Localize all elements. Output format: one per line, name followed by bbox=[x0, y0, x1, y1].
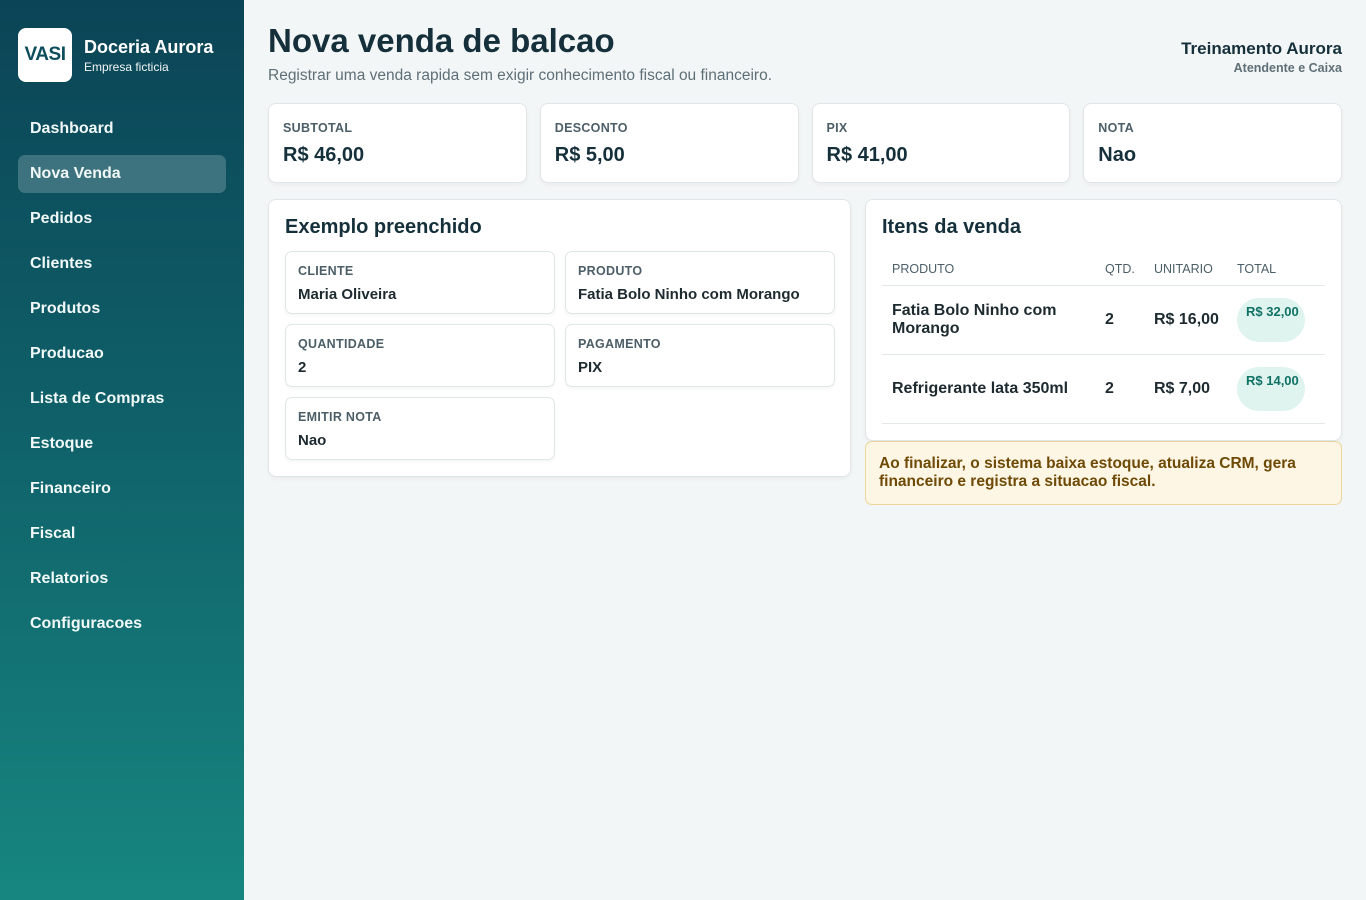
sidebar-item-lista-de-compras[interactable]: Lista de Compras bbox=[18, 380, 226, 418]
field-label: PRODUTO bbox=[578, 264, 643, 278]
page-subtitle: Registrar uma venda rapida sem exigir co… bbox=[268, 67, 772, 84]
page-title: Nova venda de balcao bbox=[268, 22, 615, 59]
field-value: Fatia Bolo Ninho com Morango bbox=[578, 286, 800, 303]
field-label: PAGAMENTO bbox=[578, 337, 661, 351]
stat-label: PIX bbox=[826, 121, 848, 135]
brand: VASI Doceria Aurora Empresa ficticia bbox=[18, 28, 213, 82]
brand-name: Doceria Aurora bbox=[84, 36, 214, 57]
finalize-notice: Ao finalizar, o sistema baixa estoque, a… bbox=[865, 441, 1342, 505]
stat-card-pix: PIX R$ 41,00 bbox=[811, 103, 1071, 183]
sidebar: VASI Doceria Aurora Empresa ficticia Das… bbox=[0, 0, 244, 900]
sidebar-item-producao[interactable]: Producao bbox=[18, 335, 226, 373]
field-cliente[interactable]: CLIENTE Maria Oliveira bbox=[285, 251, 555, 314]
stat-card-nota: NOTA Nao bbox=[1083, 103, 1342, 183]
stat-card-desconto: DESCONTO R$ 5,00 bbox=[539, 103, 799, 183]
total-badge: R$ 14,00 bbox=[1237, 367, 1305, 411]
stat-label: NOTA bbox=[1098, 121, 1134, 135]
stat-label: SUBTOTAL bbox=[283, 121, 353, 135]
user-info: Treinamento Aurora Atendente e Caixa bbox=[1181, 39, 1342, 75]
cell-unitario: R$ 7,00 bbox=[1154, 380, 1211, 397]
field-label: QUANTIDADE bbox=[298, 337, 385, 351]
stat-value: R$ 5,00 bbox=[554, 144, 625, 166]
field-emitir-nota[interactable]: EMITIR NOTA Nao bbox=[285, 397, 555, 460]
sidebar-item-dashboard[interactable]: Dashboard bbox=[18, 110, 226, 148]
column-header-unitario: UNITARIO bbox=[1154, 261, 1213, 276]
field-pagamento[interactable]: PAGAMENTO PIX bbox=[565, 324, 835, 387]
field-value: Maria Oliveira bbox=[298, 286, 397, 303]
cell-qtd: 2 bbox=[1105, 311, 1114, 328]
sidebar-item-pedidos[interactable]: Pedidos bbox=[18, 200, 226, 238]
cell-produto: Fatia Bolo Ninho com Morango bbox=[892, 302, 1057, 337]
column-header-produto: PRODUTO bbox=[892, 261, 955, 276]
field-value: Nao bbox=[298, 432, 327, 449]
sidebar-item-financeiro[interactable]: Financeiro bbox=[18, 470, 226, 508]
sidebar-item-relatorios[interactable]: Relatorios bbox=[18, 560, 226, 598]
field-value: 2 bbox=[298, 359, 307, 376]
cell-produto: Refrigerante lata 350ml bbox=[892, 380, 1069, 397]
total-badge: R$ 32,00 bbox=[1237, 298, 1305, 342]
sidebar-nav: Dashboard Nova Venda Pedidos Clientes Pr… bbox=[18, 110, 226, 650]
sidebar-item-configuracoes[interactable]: Configuracoes bbox=[18, 605, 226, 643]
example-card: Exemplo preenchido CLIENTE Maria Oliveir… bbox=[268, 199, 851, 477]
brand-logo: VASI bbox=[18, 28, 72, 82]
sidebar-item-produtos[interactable]: Produtos bbox=[18, 290, 226, 328]
user-role: Atendente e Caixa bbox=[1233, 61, 1342, 75]
sidebar-item-nova-venda[interactable]: Nova Venda bbox=[18, 155, 226, 193]
field-produto[interactable]: PRODUTO Fatia Bolo Ninho com Morango bbox=[565, 251, 835, 314]
table-row: Refrigerante lata 350ml 2 R$ 7,00 R$ 14,… bbox=[882, 355, 1325, 424]
sale-items-title: Itens da venda bbox=[882, 216, 1021, 238]
field-label: CLIENTE bbox=[298, 264, 354, 278]
cell-qtd: 2 bbox=[1105, 380, 1114, 397]
sale-items-table: PRODUTO QTD. UNITARIO TOTAL Fatia Bolo N… bbox=[882, 252, 1325, 424]
table-header: PRODUTO QTD. UNITARIO TOTAL bbox=[882, 252, 1325, 286]
field-value: PIX bbox=[578, 359, 603, 376]
summary-stats: SUBTOTAL R$ 46,00 DESCONTO R$ 5,00 PIX R… bbox=[268, 103, 1342, 183]
stat-value: R$ 41,00 bbox=[826, 144, 908, 166]
table-row: Fatia Bolo Ninho com Morango 2 R$ 16,00 … bbox=[882, 286, 1325, 355]
example-card-title: Exemplo preenchido bbox=[285, 216, 482, 238]
stat-value: R$ 46,00 bbox=[283, 144, 365, 166]
cell-unitario: R$ 16,00 bbox=[1154, 311, 1219, 328]
column-header-total: TOTAL bbox=[1237, 261, 1277, 276]
sidebar-item-estoque[interactable]: Estoque bbox=[18, 425, 226, 463]
stat-card-subtotal: SUBTOTAL R$ 46,00 bbox=[268, 103, 527, 183]
user-name: Treinamento Aurora bbox=[1181, 39, 1342, 58]
column-header-qtd: QTD. bbox=[1105, 261, 1135, 276]
field-label: EMITIR NOTA bbox=[298, 410, 382, 424]
sidebar-item-clientes[interactable]: Clientes bbox=[18, 245, 226, 283]
stat-label: DESCONTO bbox=[554, 121, 628, 135]
field-quantidade[interactable]: QUANTIDADE 2 bbox=[285, 324, 555, 387]
stat-value: Nao bbox=[1098, 144, 1137, 166]
sale-items-card: Itens da venda PRODUTO QTD. UNITARIO TOT… bbox=[865, 199, 1342, 441]
sidebar-item-fiscal[interactable]: Fiscal bbox=[18, 515, 226, 553]
brand-subtitle: Empresa ficticia bbox=[84, 59, 169, 74]
